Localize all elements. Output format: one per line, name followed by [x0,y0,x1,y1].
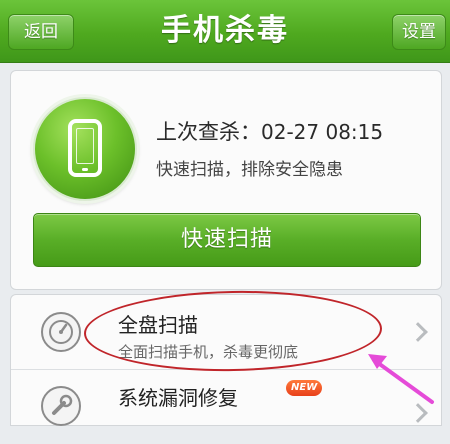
new-badge: NEW [286,380,323,396]
last-scan-label: 上次查杀： [156,120,261,144]
page-title: 手机杀毒 [161,13,289,48]
vulnerability-fix-title: 系统漏洞修复 [118,386,238,410]
settings-button[interactable]: 设置 [392,14,446,50]
phone-shield-icon [33,97,137,201]
scan-status-card: 上次查杀：02-27 08:15 快速扫描，排除安全隐患 快速扫描 [10,70,442,290]
quick-scan-button[interactable]: 快速扫描 [33,213,421,267]
pointer-arrow-icon [368,354,434,404]
phone-icon [68,119,102,177]
last-scan-info: 上次查杀：02-27 08:15 [156,116,383,146]
last-scan-time: 02-27 08:15 [261,120,384,144]
title-bar: 返回 手机杀毒 设置 [0,0,450,63]
gauge-icon [41,312,81,352]
wrench-icon [41,386,81,426]
chevron-right-icon [408,322,428,342]
scan-description: 快速扫描，排除安全隐患 [156,160,343,180]
